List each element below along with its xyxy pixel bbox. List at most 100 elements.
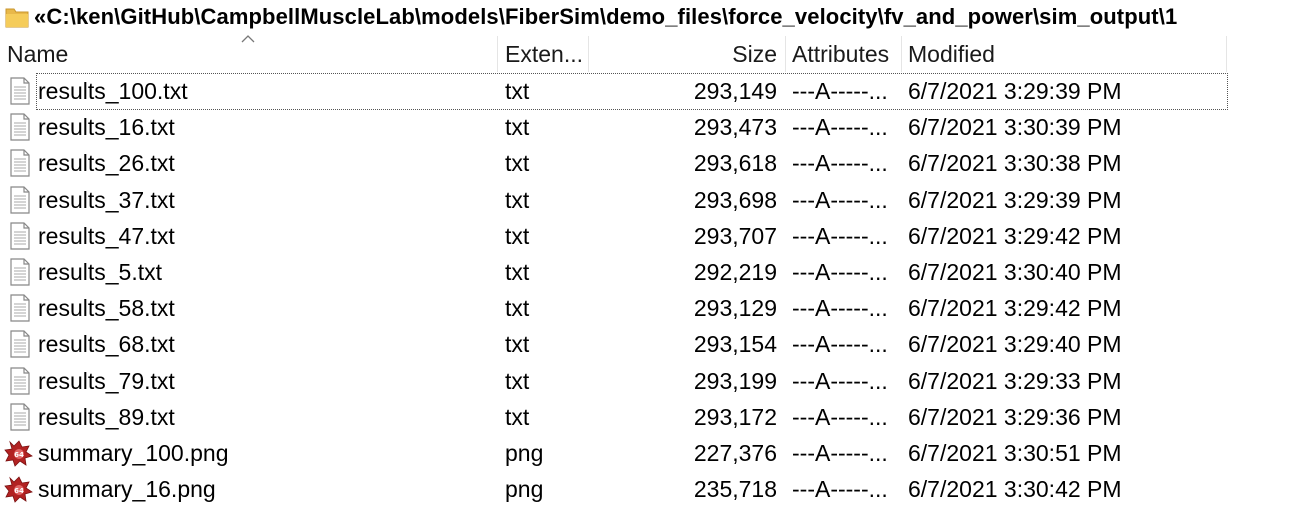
- file-extension: txt: [505, 78, 530, 104]
- file-name: results_16.txt: [38, 114, 175, 141]
- file-row[interactable]: 64 summary_16.png png 235,718 ---A-----... 6…: [0, 471, 1316, 507]
- column-header-row: Name Exten... Size Attributes Modified: [0, 36, 1316, 72]
- file-name: results_58.txt: [38, 295, 175, 322]
- text-file-icon: [8, 77, 32, 105]
- file-name: results_47.txt: [38, 222, 175, 249]
- file-attributes: ---A-----...: [792, 331, 888, 358]
- file-row[interactable]: results_5.txt txt 292,219 ---A-----... 6/7/2…: [0, 254, 1316, 290]
- file-modified: 6/7/2021 3:29:33 PM: [908, 367, 1122, 394]
- file-extension: txt: [505, 367, 530, 394]
- file-extension: txt: [505, 186, 530, 213]
- column-divider[interactable]: [588, 36, 589, 72]
- image-file-icon: 64: [4, 475, 33, 503]
- file-attributes: ---A-----...: [792, 476, 888, 503]
- text-file-icon: [8, 403, 32, 431]
- file-attributes: ---A-----...: [792, 440, 888, 466]
- file-extension: png: [505, 440, 544, 466]
- file-modified: 6/7/2021 3:30:40 PM: [908, 259, 1122, 285]
- file-size: 235,718: [693, 476, 777, 503]
- file-modified: 6/7/2021 3:29:40 PM: [908, 331, 1122, 358]
- text-file-icon: [8, 330, 32, 358]
- file-attributes: ---A-----...: [792, 78, 888, 104]
- file-size: 293,618: [693, 150, 777, 177]
- file-modified: 6/7/2021 3:29:39 PM: [908, 78, 1122, 104]
- file-modified: 6/7/2021 3:30:42 PM: [908, 476, 1122, 503]
- file-name: summary_100.png: [38, 440, 229, 466]
- column-divider[interactable]: [1226, 36, 1227, 72]
- file-extension: txt: [505, 222, 530, 249]
- file-modified: 6/7/2021 3:29:36 PM: [908, 403, 1122, 430]
- file-size: 292,219: [693, 259, 777, 285]
- file-name: results_37.txt: [38, 186, 175, 213]
- file-name: results_26.txt: [38, 150, 175, 177]
- file-row[interactable]: results_68.txt txt 293,154 ---A-----... 6/7/…: [0, 326, 1316, 362]
- folder-icon: [5, 8, 29, 28]
- file-attributes: ---A-----...: [792, 150, 888, 177]
- file-row[interactable]: results_37.txt txt 293,698 ---A-----... 6/7/…: [0, 182, 1316, 218]
- text-file-icon: [8, 113, 32, 141]
- file-row[interactable]: results_100.txt txt 293,149 ---A-----... 6/7…: [0, 73, 1316, 110]
- svg-text:64: 64: [14, 451, 24, 459]
- file-row[interactable]: results_58.txt txt 293,129 ---A-----... 6/7/…: [0, 290, 1316, 326]
- column-divider[interactable]: [901, 36, 902, 72]
- file-size: 293,199: [693, 367, 777, 394]
- file-name: results_68.txt: [38, 331, 175, 358]
- image-file-icon: 64: [4, 439, 33, 467]
- column-divider[interactable]: [497, 36, 498, 72]
- file-row[interactable]: results_89.txt txt 293,172 ---A-----... 6/7/…: [0, 399, 1316, 435]
- file-size: 293,172: [693, 403, 777, 430]
- column-header-size[interactable]: Size: [590, 36, 777, 72]
- file-row[interactable]: results_26.txt txt 293,618 ---A-----... 6/7/…: [0, 145, 1316, 181]
- file-modified: 6/7/2021 3:30:51 PM: [908, 440, 1122, 466]
- file-name: results_5.txt: [38, 259, 162, 285]
- column-header-attributes[interactable]: Attributes: [792, 36, 889, 72]
- file-attributes: ---A-----...: [792, 114, 888, 141]
- path-text[interactable]: «C:\ken\GitHub\CampbellMuscleLab\models\…: [34, 4, 1177, 30]
- file-modified: 6/7/2021 3:30:39 PM: [908, 114, 1122, 141]
- file-attributes: ---A-----...: [792, 295, 888, 322]
- text-file-icon: [8, 185, 32, 214]
- file-modified: 6/7/2021 3:29:39 PM: [908, 186, 1122, 213]
- column-header-name[interactable]: Name: [7, 36, 68, 72]
- file-size: 293,149: [693, 78, 777, 104]
- file-modified: 6/7/2021 3:29:42 PM: [908, 222, 1122, 249]
- file-row[interactable]: results_79.txt txt 293,199 ---A-----... 6/7/…: [0, 363, 1316, 399]
- file-row[interactable]: 64 summary_100.png png 227,376 ---A-----...…: [0, 435, 1316, 471]
- file-extension: txt: [505, 331, 530, 358]
- file-modified: 6/7/2021 3:29:42 PM: [908, 295, 1122, 322]
- text-file-icon: [8, 258, 32, 286]
- file-size: 227,376: [693, 440, 777, 466]
- file-name: summary_16.png: [38, 476, 216, 503]
- file-extension: png: [505, 476, 544, 503]
- file-attributes: ---A-----...: [792, 259, 888, 285]
- file-name: results_89.txt: [38, 403, 175, 430]
- file-row[interactable]: results_47.txt txt 293,707 ---A-----... 6/7/…: [0, 218, 1316, 254]
- text-file-icon: [8, 222, 32, 250]
- file-attributes: ---A-----...: [792, 403, 888, 430]
- file-extension: txt: [505, 150, 530, 177]
- text-file-icon: [8, 366, 32, 395]
- file-extension: txt: [505, 403, 530, 430]
- file-size: 293,154: [693, 331, 777, 358]
- address-bar[interactable]: «C:\ken\GitHub\CampbellMuscleLab\models\…: [0, 0, 1316, 36]
- file-size: 293,707: [693, 222, 777, 249]
- file-attributes: ---A-----...: [792, 222, 888, 249]
- file-size: 293,129: [693, 295, 777, 322]
- file-extension: txt: [505, 259, 530, 285]
- file-extension: txt: [505, 114, 530, 141]
- file-attributes: ---A-----...: [792, 367, 888, 394]
- file-row[interactable]: results_16.txt txt 293,473 ---A-----... 6/7/…: [0, 109, 1316, 145]
- file-name: results_79.txt: [38, 367, 175, 394]
- file-name: results_100.txt: [38, 78, 188, 104]
- file-size: 293,473: [693, 114, 777, 141]
- file-size: 293,698: [693, 186, 777, 213]
- text-file-icon: [8, 294, 32, 322]
- text-file-icon: [8, 149, 32, 177]
- column-divider[interactable]: [785, 36, 786, 72]
- file-extension: txt: [505, 295, 530, 322]
- file-attributes: ---A-----...: [792, 186, 888, 213]
- column-header-modified[interactable]: Modified: [908, 36, 995, 72]
- file-modified: 6/7/2021 3:30:38 PM: [908, 150, 1122, 177]
- column-header-extension[interactable]: Exten...: [505, 36, 583, 72]
- svg-text:64: 64: [14, 487, 24, 495]
